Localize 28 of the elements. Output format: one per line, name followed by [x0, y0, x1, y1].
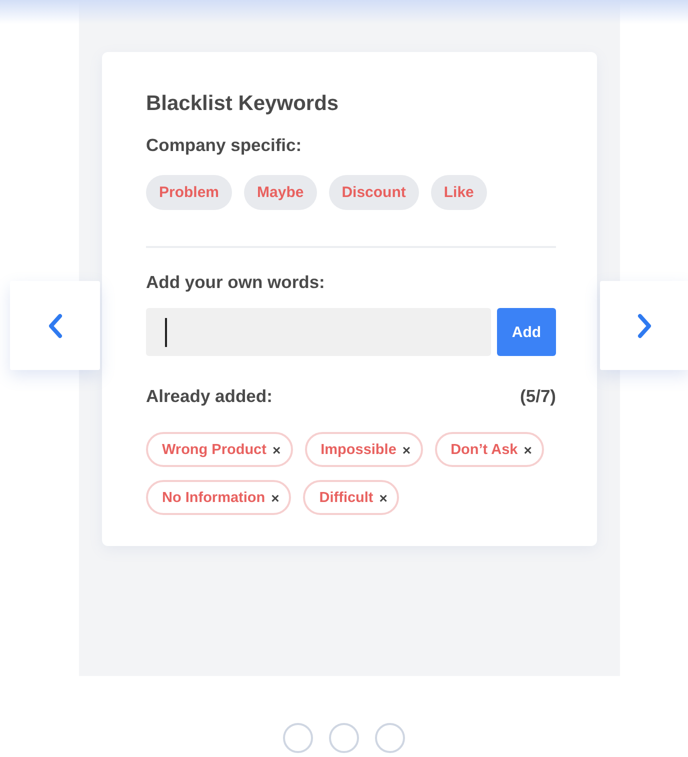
remove-icon[interactable]: ×: [379, 490, 388, 506]
keyword-text: Impossible: [320, 442, 396, 458]
section-label: Company specific:: [146, 134, 302, 157]
pager-dot[interactable]: [375, 723, 405, 753]
chevron-right-icon: [637, 312, 653, 338]
keyword-count: (5/7): [520, 385, 556, 408]
add-button[interactable]: Add: [497, 308, 556, 356]
chevron-left-icon: [47, 312, 63, 338]
pager-dot[interactable]: [329, 723, 359, 753]
keyword-tag: Problem: [146, 175, 232, 210]
keyword-tag: Like: [430, 175, 487, 210]
keyword-text: Wrong Product: [162, 442, 266, 458]
section-label: Already added:: [146, 385, 272, 408]
pager-dot[interactable]: [283, 723, 313, 753]
input-field[interactable]: [146, 308, 491, 356]
keyword-tag: Discount: [328, 175, 419, 210]
keyword-text: Don’t Ask: [450, 442, 518, 458]
previous-button[interactable]: [10, 281, 100, 370]
keyword-text: No Information: [162, 490, 266, 506]
keyword-tag: Maybe: [244, 175, 317, 210]
remove-icon[interactable]: ×: [524, 442, 532, 458]
remove-icon[interactable]: ×: [272, 442, 281, 458]
remove-icon[interactable]: ×: [271, 490, 280, 506]
keyword-text: Difficult: [319, 490, 374, 506]
next-button[interactable]: [600, 281, 688, 370]
card-title: Blacklist Keywords: [146, 91, 339, 117]
section-label: Add your own words:: [146, 271, 325, 294]
remove-icon[interactable]: ×: [402, 442, 411, 458]
